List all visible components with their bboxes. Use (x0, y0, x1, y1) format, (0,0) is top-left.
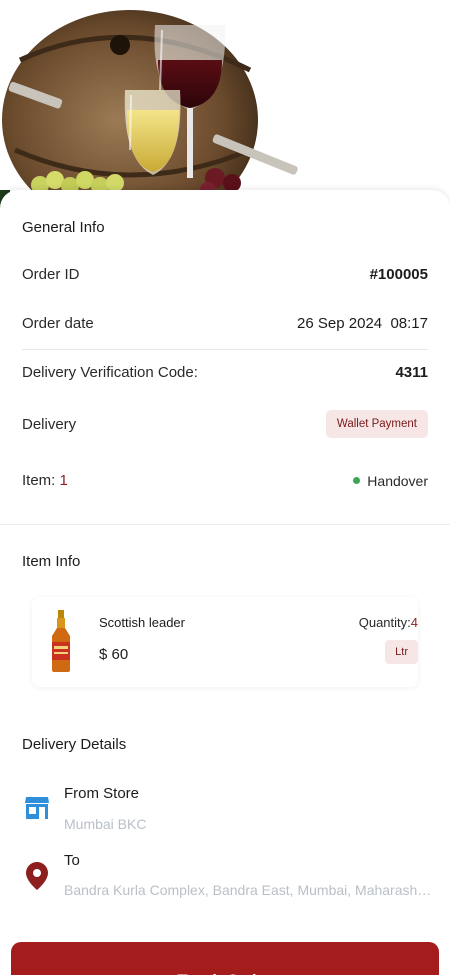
verification-code-label: Delivery Verification Code: (22, 364, 198, 381)
order-date-row: Order date 26 Sep 2024 08:17 (22, 315, 428, 332)
order-id-value: #100005 (369, 266, 428, 283)
verification-code-value: 4311 (395, 364, 428, 381)
item-count-value: 1 (59, 472, 68, 489)
from-store-value: Mumbai BKC (64, 816, 147, 832)
location-pin-icon (26, 862, 48, 890)
order-id-label: Order ID (22, 266, 80, 283)
item-name: Scottish leader (99, 615, 185, 630)
delivery-label: Delivery (22, 415, 77, 433)
to-title: To (64, 852, 80, 869)
verification-code-row: Delivery Verification Code: 4311 (22, 364, 428, 381)
section-divider (0, 524, 450, 525)
item-price: $ 60 (99, 646, 129, 663)
store-icon (25, 797, 49, 819)
status-dot-icon (353, 477, 361, 484)
order-date-label: Order date (22, 315, 94, 332)
from-store-title: From Store (64, 785, 140, 802)
order-id-row: Order ID #100005 (22, 266, 428, 283)
item-quantity-label: Quantity: (358, 615, 411, 630)
divider (22, 349, 428, 350)
item-count-label: Item: (22, 472, 56, 489)
item-quantity: Quantity:4 (359, 615, 418, 630)
track-order-button[interactable]: Track Order (11, 942, 439, 975)
item-quantity-value: 4 (410, 615, 418, 630)
item-count: Item: 1 (22, 472, 68, 489)
bottle-icon (52, 610, 70, 672)
payment-method-badge: Wallet Payment (325, 410, 428, 438)
delivery-row: Delivery Wallet Payment (22, 410, 428, 438)
order-date-value: 26 Sep 2024 08:17 (297, 315, 428, 332)
general-info-title: General Info (22, 219, 105, 236)
item-unit-badge: Ltr (385, 640, 418, 664)
delivery-details-title: Delivery Details (22, 736, 127, 753)
item-info-title: Item Info (22, 553, 81, 570)
order-status-label: Handover (367, 472, 428, 489)
item-count-row: Item: 1 Handover (22, 472, 428, 489)
to-address-value: Bandra Kurla Complex, Bandra East, Mumba… (64, 882, 432, 898)
order-status: Handover (353, 473, 428, 489)
item-card[interactable]: Scottish leader $ 60 Quantity:4 Ltr (32, 597, 418, 687)
